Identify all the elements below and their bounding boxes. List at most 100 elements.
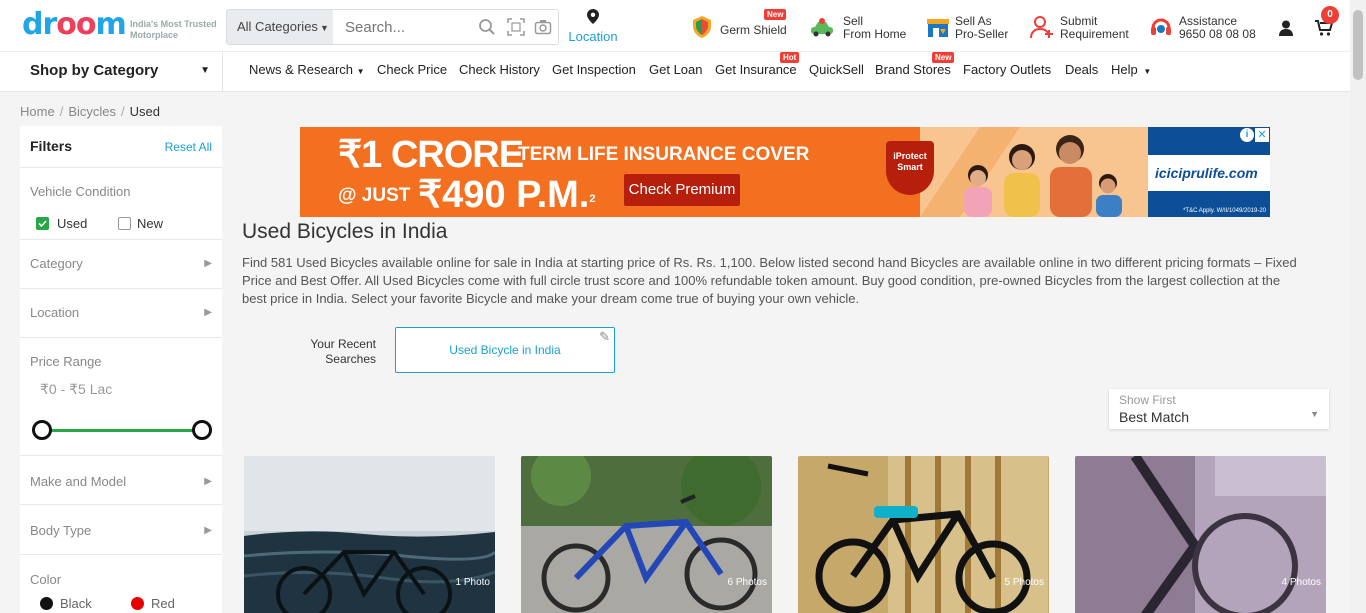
recent-search-chip[interactable]: Used Bicycle in India ✎ bbox=[395, 327, 615, 373]
sort-value: Best Match bbox=[1119, 409, 1190, 425]
nav-check-price[interactable]: Check Price bbox=[377, 52, 447, 88]
user-icon[interactable] bbox=[1279, 20, 1293, 36]
quick-link-sublabel: Requirement bbox=[1060, 27, 1129, 41]
listing-photo bbox=[798, 456, 1049, 613]
filter-heading: Price Range bbox=[30, 354, 102, 369]
caret-down-icon: ▼ bbox=[1143, 67, 1152, 76]
edit-pencil-icon[interactable]: ✎ bbox=[599, 330, 610, 344]
listing-photo bbox=[1075, 456, 1326, 613]
germ-shield-link[interactable]: Germ Shield New bbox=[690, 9, 787, 44]
category-select[interactable]: All Categories ▼ bbox=[226, 9, 334, 45]
ad-tnc: *T&C Apply. W/II/1049/2019-20 bbox=[1183, 208, 1266, 214]
family-photo bbox=[920, 127, 1148, 217]
chevron-right-icon: ▶ bbox=[204, 307, 212, 318]
check-icon bbox=[38, 220, 47, 228]
listing-photo bbox=[521, 456, 772, 613]
breadcrumb-bicycles[interactable]: Bicycles bbox=[68, 104, 116, 119]
new-badge: New bbox=[932, 52, 955, 63]
nav-news-research[interactable]: News & Research ▼ bbox=[249, 52, 365, 90]
insurance-ad-banner[interactable]: ₹1 CRORE TERM LIFE INSURANCE COVER @ JUS… bbox=[300, 127, 1270, 217]
color-swatch-black[interactable] bbox=[40, 597, 53, 610]
search-icon[interactable] bbox=[478, 18, 496, 36]
droom-logo[interactable]: droom bbox=[22, 6, 127, 44]
quick-link-label: Germ Shield bbox=[720, 23, 787, 37]
submit-requirement-link[interactable]: Submit Requirement bbox=[1030, 12, 1130, 44]
photo-count: 5 Photos bbox=[1004, 577, 1044, 588]
used-label: Used bbox=[57, 216, 88, 231]
quick-link-label: Submit bbox=[1060, 14, 1098, 28]
breadcrumb: Home / Bicycles / Used bbox=[20, 104, 160, 119]
nav-factory-outlets[interactable]: Factory Outlets bbox=[963, 52, 1051, 88]
check-premium-button[interactable]: Check Premium bbox=[624, 174, 740, 206]
search-input[interactable] bbox=[333, 10, 463, 44]
nav-get-loan[interactable]: Get Loan bbox=[649, 52, 703, 88]
listing-card[interactable]: 5 Photos bbox=[798, 456, 1049, 613]
ad-family-image bbox=[920, 127, 1148, 217]
ad-info-icon[interactable]: i bbox=[1240, 128, 1254, 142]
sell-from-home-link[interactable]: Sell From Home bbox=[810, 12, 910, 44]
price-range-slider[interactable] bbox=[32, 420, 212, 440]
ad-close-icon[interactable]: ✕ bbox=[1255, 128, 1269, 142]
color-label: Black bbox=[60, 596, 92, 611]
category-filter[interactable]: Category ▶ bbox=[20, 240, 222, 289]
listing-card[interactable]: 6 Photos bbox=[521, 456, 772, 613]
barcode-scan-icon[interactable] bbox=[507, 18, 525, 36]
make-model-filter[interactable]: Make and Model ▶ bbox=[20, 456, 222, 505]
color-label: Red bbox=[151, 596, 175, 611]
listing-card[interactable]: 1 Photo bbox=[244, 456, 495, 613]
car-sell-icon bbox=[811, 18, 833, 37]
breadcrumb-home[interactable]: Home bbox=[20, 104, 55, 119]
listing-photo bbox=[244, 456, 495, 613]
chevron-right-icon: ▶ bbox=[204, 476, 212, 487]
used-checkbox[interactable] bbox=[36, 217, 49, 230]
listing-card[interactable]: 4 Photos bbox=[1075, 456, 1326, 613]
shop-by-category-menu[interactable]: Shop by Category ▼ bbox=[0, 52, 223, 92]
color-filter: Color Black Red bbox=[20, 555, 222, 613]
filter-heading: Body Type bbox=[30, 523, 92, 538]
scrollbar-thumb[interactable] bbox=[1353, 10, 1363, 80]
camera-icon[interactable] bbox=[534, 18, 552, 36]
assistance-link[interactable]: Assistance 9650 08 08 08 bbox=[1149, 12, 1259, 44]
nav-quicksell[interactable]: QuickSell bbox=[809, 52, 864, 88]
ad-url: iciciprulife.com bbox=[1155, 165, 1258, 181]
caret-down-icon: ▼ bbox=[200, 65, 210, 76]
logo-tagline: India's Most Trusted Motorplace bbox=[130, 19, 217, 41]
vehicle-condition-filter: Vehicle Condition Used New bbox=[20, 168, 222, 240]
nav-help[interactable]: Help ▼ bbox=[1111, 52, 1151, 90]
chevron-right-icon: ▶ bbox=[204, 525, 212, 536]
nav-get-inspection[interactable]: Get Inspection bbox=[552, 52, 636, 88]
color-swatch-red[interactable] bbox=[131, 597, 144, 610]
nav-check-history[interactable]: Check History bbox=[459, 52, 540, 88]
page-description: Find 581 Used Bicycles available online … bbox=[242, 255, 1297, 306]
nav-link-label: News & Research bbox=[249, 62, 354, 77]
nav-deals[interactable]: Deals bbox=[1065, 52, 1098, 88]
store-icon bbox=[927, 19, 949, 37]
filter-heading: Location bbox=[30, 305, 80, 320]
filter-heading: Make and Model bbox=[30, 474, 127, 489]
filter-heading: Vehicle Condition bbox=[30, 184, 131, 199]
location-selector[interactable]: Location bbox=[568, 9, 618, 44]
ad-price: ₹490 P.M.2 bbox=[418, 173, 595, 217]
breadcrumb-current: Used bbox=[129, 104, 160, 119]
page-scrollbar[interactable] bbox=[1350, 0, 1366, 613]
filter-heading: Category bbox=[30, 256, 83, 271]
photo-count: 6 Photos bbox=[727, 577, 767, 588]
location-filter[interactable]: Location ▶ bbox=[20, 289, 222, 338]
reset-all-link[interactable]: Reset All bbox=[165, 140, 212, 154]
new-checkbox[interactable] bbox=[118, 217, 131, 230]
logo-part: m bbox=[95, 7, 127, 42]
price-max-handle[interactable] bbox=[192, 420, 212, 440]
sell-as-pro-seller-link[interactable]: Sell As Pro-Seller bbox=[926, 12, 1016, 44]
logo-part: dr bbox=[22, 7, 57, 42]
price-min-handle[interactable] bbox=[32, 420, 52, 440]
location-label: Location bbox=[568, 29, 618, 44]
logo-part: oo bbox=[56, 7, 96, 42]
body-type-filter[interactable]: Body Type ▶ bbox=[20, 505, 222, 555]
breadcrumb-separator: / bbox=[59, 104, 64, 119]
sort-dropdown[interactable]: Show First Best Match ▼ bbox=[1109, 389, 1329, 429]
headset-icon bbox=[1151, 18, 1171, 35]
quick-link-label: Sell bbox=[843, 14, 864, 28]
quick-link-label: Sell As bbox=[955, 14, 992, 28]
shield-icon bbox=[693, 16, 711, 38]
tagline-line: India's Most Trusted bbox=[130, 19, 217, 29]
